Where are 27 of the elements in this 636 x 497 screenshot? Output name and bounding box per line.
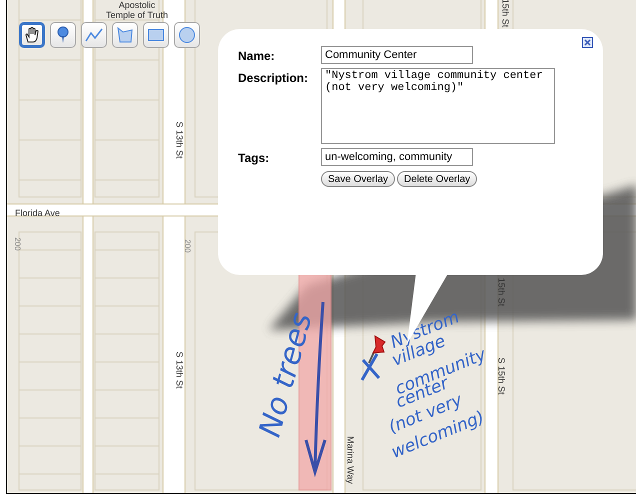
- text-field[interactable]: Community Center: [321, 46, 473, 64]
- field-label: Tags:: [238, 150, 270, 165]
- map-label: 200: [183, 239, 191, 253]
- text-field[interactable]: un-welcoming, community: [321, 148, 473, 166]
- map-label: Apostolic: [118, 1, 156, 10]
- cross-mark-icon: [359, 352, 381, 382]
- map-label: S 13th St: [174, 121, 184, 159]
- overlay-button[interactable]: Save Overlay: [321, 171, 396, 187]
- map-label: Florida Ave: [15, 209, 60, 218]
- handwritten-note: No trees: [256, 310, 318, 440]
- polyline-icon: [85, 26, 103, 44]
- map-tool-button[interactable]: [50, 22, 76, 48]
- polygon-icon: [116, 26, 134, 44]
- map-tool-button[interactable]: [19, 22, 45, 48]
- overlay-button[interactable]: Delete Overlay: [397, 171, 478, 187]
- hand-icon: [23, 26, 41, 44]
- map-label: Marina Way: [346, 436, 354, 484]
- map-label: Temple of Truth: [106, 11, 168, 20]
- map-label: 15th St: [496, 278, 506, 306]
- field-label: Description:: [238, 70, 310, 85]
- close-icon[interactable]: [582, 37, 593, 48]
- circle-icon: [178, 26, 196, 44]
- map-label: S 15th St: [496, 357, 506, 395]
- map-label: 200: [13, 237, 21, 251]
- map-label: S 13th St: [174, 351, 184, 389]
- field-label: Name:: [238, 48, 276, 63]
- rectangle-icon: [147, 26, 165, 44]
